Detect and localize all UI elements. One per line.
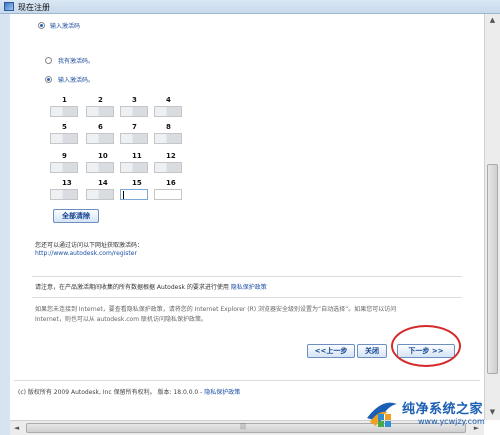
title-bar[interactable]: 现在注册 xyxy=(0,0,500,14)
offline-notice-line2: 如果您未连接到 Internet，要查看隐私保护政策，请将您的 Internet… xyxy=(35,306,397,313)
code-field-number: 12 xyxy=(166,152,176,160)
scroll-thumb[interactable] xyxy=(487,164,498,374)
code-field[interactable] xyxy=(120,189,148,200)
code-field[interactable] xyxy=(86,189,114,200)
watermark-title: 纯净系统之家 xyxy=(402,402,484,417)
text-caret xyxy=(123,191,124,199)
code-field[interactable] xyxy=(50,133,78,144)
scroll-left-icon[interactable]: ◄ xyxy=(12,424,21,433)
privacy-notice-line1: 请注意，在产品激活期间收集的所有数据根据 Autodesk 的要求进行使用 隐私… xyxy=(35,282,267,291)
code-field-number: 6 xyxy=(98,123,103,131)
code-field-number: 13 xyxy=(62,179,72,187)
code-field[interactable] xyxy=(50,189,78,200)
option-enter-code-label: 输入激活码。 xyxy=(58,77,95,84)
code-field[interactable] xyxy=(120,133,148,144)
footer: (c) 版权所有 2009 Autodesk, Inc 保留所有权利。 版本: … xyxy=(18,387,240,396)
close-button[interactable]: 关闭 xyxy=(357,344,387,358)
watermark-logo-icon xyxy=(367,402,397,427)
privacy-link[interactable]: 隐私保护政策 xyxy=(231,284,267,291)
code-field[interactable] xyxy=(86,106,114,117)
code-field[interactable] xyxy=(120,162,148,173)
divider-mid xyxy=(32,297,462,298)
register-url[interactable]: http://www.autodesk.com/register xyxy=(35,250,137,257)
offline-notice-line3: Internet，则也可以从 autodesk.com 联机访问隐私保护政策。 xyxy=(35,316,207,323)
code-field[interactable] xyxy=(86,133,114,144)
back-button[interactable]: <<上一步 xyxy=(307,344,355,358)
code-field-number: 16 xyxy=(166,179,176,187)
code-field-number: 2 xyxy=(98,96,103,104)
code-field[interactable] xyxy=(154,133,182,144)
code-field[interactable] xyxy=(50,106,78,117)
registration-content: 输入激活码 我有激活码。 输入激活码。 1 2 3 4 5 6 7 8 9 10 11 12 13 14 1… xyxy=(10,14,484,420)
radio-enter-code[interactable] xyxy=(45,76,52,83)
code-field[interactable] xyxy=(154,189,182,200)
clear-all-button[interactable]: 全部清除 xyxy=(53,209,99,223)
divider-top xyxy=(32,276,462,277)
code-field-number: 9 xyxy=(62,152,67,160)
visit-text: 您还可以通过访问以下网址获取激活码： xyxy=(35,242,144,249)
code-field[interactable] xyxy=(120,106,148,117)
divider-bottom xyxy=(14,380,480,381)
window-frame-left xyxy=(0,14,10,435)
code-field[interactable] xyxy=(86,162,114,173)
code-field-number: 10 xyxy=(98,152,108,160)
code-field-number: 5 xyxy=(62,123,67,131)
code-field-number: 11 xyxy=(132,152,142,160)
copyright-text: (c) 版权所有 2009 Autodesk, Inc 保留所有权利。 版本: … xyxy=(18,389,205,396)
radio-have-code[interactable] xyxy=(45,57,52,64)
code-field-number: 8 xyxy=(166,123,171,131)
code-field[interactable] xyxy=(50,162,78,173)
scroll-up-icon[interactable]: ▲ xyxy=(488,16,497,25)
highlight-circle xyxy=(391,325,461,367)
code-field-number: 4 xyxy=(166,96,171,104)
code-field-number: 1 xyxy=(62,96,67,104)
code-field[interactable] xyxy=(154,106,182,117)
top-option-label: 输入激活码 xyxy=(50,23,81,30)
code-field-number: 14 xyxy=(98,179,108,187)
watermark: 纯净系统之家 www.ycwjzy.com xyxy=(362,392,500,435)
hscroll-grip-icon: ||| xyxy=(240,423,247,430)
option-have-code-label: 我有激活码。 xyxy=(58,58,95,65)
code-field-number: 7 xyxy=(132,123,137,131)
vertical-scrollbar[interactable]: ▲ ▼ xyxy=(484,14,500,420)
watermark-url: www.ycwjzy.com xyxy=(418,417,485,426)
notice-text: 请注意，在产品激活期间收集的所有数据根据 Autodesk 的要求进行使用 xyxy=(35,284,229,291)
footer-privacy-link[interactable]: 隐私保护政策 xyxy=(204,389,240,396)
code-field-number: 3 xyxy=(132,96,137,104)
app-icon xyxy=(4,2,14,11)
window-title: 现在注册 xyxy=(18,3,50,12)
radio-enter-code-top[interactable] xyxy=(38,22,45,29)
code-field[interactable] xyxy=(154,162,182,173)
code-field-number: 15 xyxy=(132,179,142,187)
